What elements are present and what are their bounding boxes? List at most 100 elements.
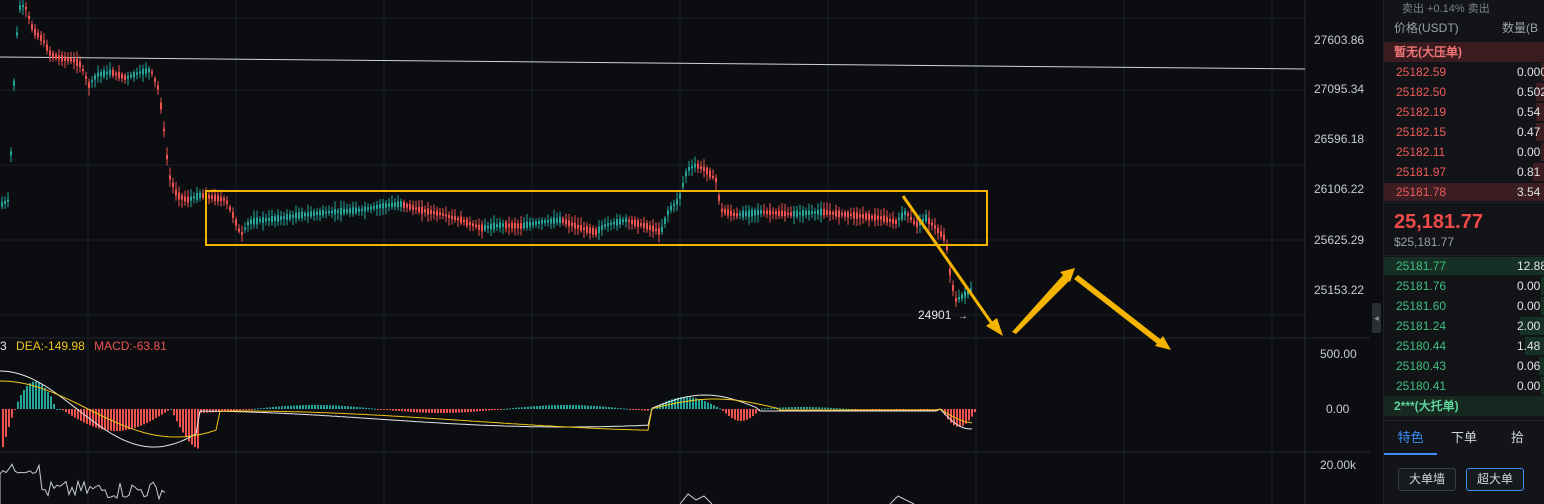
ask-list: 25182.590.00025182.500.50225182.190.5425… (1384, 62, 1544, 202)
ask-row[interactable]: 25182.19 0.54 (1384, 102, 1544, 122)
macd-histogram-bar (479, 409, 481, 412)
macd-histogram-bar (470, 409, 472, 412)
candle-body (247, 221, 249, 226)
candle-body (190, 196, 192, 201)
macd-histogram-bar (761, 408, 763, 410)
candle-body (655, 228, 657, 232)
candle-body (430, 209, 432, 215)
candle-body (751, 209, 753, 217)
macd-histogram-bar (605, 406, 607, 409)
macd-histogram-bar (275, 406, 277, 409)
macd-histogram-bar (713, 405, 715, 409)
bid-row[interactable]: 25181.60 0.00 (1384, 296, 1544, 316)
bid-row[interactable]: 25180.41 0.00 (1384, 376, 1544, 396)
macd-histogram-bar (137, 409, 139, 427)
volume-indicator (0, 463, 915, 504)
candle-body (496, 224, 498, 228)
candle-body (466, 218, 468, 226)
candle-body (940, 231, 942, 237)
macd-histogram-bar (533, 406, 535, 409)
candle-body (358, 208, 360, 212)
macd-axis-tick: 0.00 (1326, 402, 1350, 416)
candle-body (886, 216, 888, 223)
ask-row[interactable]: 25181.78 3.54 (1384, 182, 1544, 202)
candle-body (94, 75, 96, 80)
macd-histogram-bar (566, 405, 568, 409)
bid-quantity: 0.06 (1517, 359, 1541, 373)
candle-body (367, 207, 369, 210)
candle-body (793, 210, 795, 217)
candle-body (64, 56, 66, 61)
candle-body (418, 206, 420, 213)
candle-body (634, 219, 636, 226)
macd-histogram-bar (302, 405, 304, 409)
macd-histogram-bar (8, 409, 10, 427)
candle-body (400, 201, 402, 207)
ask-price: 25181.78 (1396, 185, 1447, 199)
macd-histogram-bar (56, 409, 58, 410)
candle-body (778, 210, 780, 216)
macd-histogram-bar (734, 409, 736, 420)
super-large-order-button[interactable]: 超大单 (1466, 468, 1525, 491)
macd-histogram-bar (35, 381, 37, 409)
kline-chart-canvas[interactable] (0, 0, 1370, 504)
tab-third[interactable]: 拾 (1491, 421, 1544, 455)
bid-row[interactable]: 25180.44 1.48 (1384, 336, 1544, 356)
candle-body (961, 294, 963, 299)
candle-body (511, 222, 513, 229)
macd-histogram-bar (116, 409, 118, 431)
candle-body (799, 212, 801, 215)
ask-row[interactable]: 25182.59 0.000 (1384, 62, 1544, 82)
candle-body (403, 202, 405, 208)
macd-histogram-bar (29, 383, 31, 409)
macd-histogram-bar (359, 407, 361, 409)
macd-histogram-bar (155, 409, 157, 419)
candle-body (139, 71, 141, 74)
candle-body (193, 196, 195, 199)
macd-histogram-bar (587, 405, 589, 409)
tab-featured[interactable]: 特色 (1384, 421, 1438, 455)
macd-histogram-bar (65, 409, 67, 413)
collapse-panel-button[interactable]: ◂ (1372, 303, 1381, 333)
macd-histogram-bar (602, 406, 604, 409)
candle-body (370, 206, 372, 210)
macd-histogram-bar (452, 409, 454, 413)
macd-histogram-bar (140, 409, 142, 426)
candle-body (589, 227, 591, 234)
large-bid-section[interactable]: 2***(大托单) (1384, 396, 1544, 416)
ask-row[interactable]: 25182.15 0.47 (1384, 122, 1544, 142)
bid-row[interactable]: 25181.24 2.00 (1384, 316, 1544, 336)
macd-histogram-bar (119, 409, 121, 431)
macd-histogram-bar (404, 409, 406, 412)
candle-body (652, 225, 654, 232)
bid-row[interactable]: 25180.43 0.06 (1384, 356, 1544, 376)
kline-chart[interactable]: 27603.86 27095.34 26596.18 26106.22 2562… (0, 0, 1370, 504)
macd-histogram-bar (251, 409, 253, 410)
large-ask-section[interactable]: 暂无(大压单) (1384, 42, 1544, 62)
macd-histogram-bar (83, 409, 85, 423)
up-arrow-line (1012, 274, 1070, 334)
candle-body (214, 194, 216, 202)
candle-body (523, 222, 525, 229)
candle-body (832, 212, 834, 215)
big-order-wall-button[interactable]: 大单墙 (1398, 468, 1457, 491)
candle-body (538, 220, 540, 224)
macd-histogram-bar (827, 407, 829, 409)
macd-histogram-bar (461, 409, 463, 413)
macd-histogram-bar (698, 398, 700, 409)
ask-row[interactable]: 25182.50 0.502 (1384, 82, 1544, 102)
ask-row[interactable]: 25181.97 0.81 (1384, 162, 1544, 182)
bid-row[interactable]: 25181.76 0.00 (1384, 276, 1544, 296)
macd-histogram-bar (719, 408, 721, 410)
candle-body (871, 215, 873, 219)
candle-body (376, 204, 378, 209)
macd-histogram-bar (269, 407, 271, 409)
candle-body (934, 225, 936, 229)
ask-row[interactable]: 25182.11 0.00 (1384, 142, 1544, 162)
candle-body (901, 212, 903, 220)
macd-histogram-bar (593, 405, 595, 409)
tab-place-order[interactable]: 下单 (1437, 421, 1490, 455)
candle-body (364, 206, 366, 212)
candle-body (79, 61, 81, 68)
bid-row[interactable]: 25181.77 12.88 (1384, 256, 1544, 276)
